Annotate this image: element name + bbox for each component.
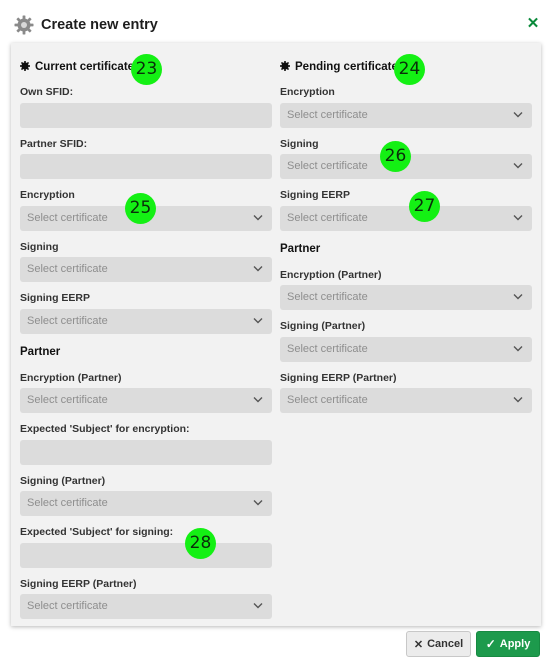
chevron-down-icon [253, 500, 263, 506]
subject-signing-input[interactable] [20, 543, 272, 568]
close-icon: ✕ [413, 638, 424, 651]
encryption-partner-label: Encryption (Partner) [20, 372, 122, 384]
gear-small-icon [20, 61, 30, 71]
pending-signing-eerp-partner-label: Signing EERP (Partner) [280, 372, 397, 384]
annotation-badge-27: 27 [409, 191, 440, 222]
cancel-label: Cancel [427, 638, 464, 650]
current-certificate-title: Current certificate [20, 61, 134, 73]
pending-certificate-label: Pending certificate [295, 61, 398, 73]
chevron-down-icon [513, 215, 523, 221]
dialog-title: Create new entry [41, 17, 158, 33]
chevron-down-icon [513, 346, 523, 352]
signing-eerp-select[interactable]: Select certificate [20, 309, 272, 334]
partner-sfid-label: Partner SFID: [20, 138, 88, 150]
pending-partner-heading: Partner [280, 243, 321, 255]
signing-label: Signing [20, 241, 59, 253]
pending-signing-eerp-partner-select[interactable]: Select certificate [280, 388, 532, 413]
own-sfid-input[interactable] [20, 103, 272, 128]
signing-partner-label: Signing (Partner) [20, 475, 106, 487]
check-icon: ✓ [485, 637, 496, 651]
dialog-header: Create new entry ✕ [0, 0, 552, 44]
entry-form-card: Current certificate Own SFID: Partner SF… [11, 43, 541, 626]
partner-sfid-input[interactable] [20, 154, 272, 179]
gear-icon [14, 15, 34, 35]
pending-signing-eerp-label: Signing EERP [280, 189, 351, 201]
select-placeholder: Select certificate [287, 291, 368, 303]
chevron-down-icon [513, 112, 523, 118]
chevron-down-icon [513, 163, 523, 169]
select-placeholder: Select certificate [27, 394, 108, 406]
select-placeholder: Select certificate [287, 160, 368, 172]
select-placeholder: Select certificate [287, 109, 368, 121]
signing-select[interactable]: Select certificate [20, 257, 272, 282]
current-certificate-label: Current certificate [35, 61, 135, 73]
close-icon[interactable]: ✕ [525, 16, 541, 32]
signing-eerp-partner-label: Signing EERP (Partner) [20, 578, 137, 590]
signing-eerp-label: Signing EERP [20, 292, 91, 304]
subject-encryption-input[interactable] [20, 440, 272, 465]
select-placeholder: Select certificate [287, 343, 368, 355]
subject-encryption-label: Expected 'Subject' for encryption: [20, 423, 190, 435]
chevron-down-icon [253, 215, 263, 221]
annotation-badge-24: 24 [394, 54, 425, 85]
chevron-down-icon [253, 266, 263, 272]
subject-signing-label: Expected 'Subject' for signing: [20, 526, 174, 538]
pending-signing-partner-select[interactable]: Select certificate [280, 337, 532, 362]
own-sfid-label: Own SFID: [20, 86, 74, 98]
gear-small-icon [280, 61, 290, 71]
annotation-badge-25: 25 [125, 193, 156, 224]
cancel-button[interactable]: ✕ Cancel [406, 631, 471, 657]
encryption-partner-select[interactable]: Select certificate [20, 388, 272, 413]
pending-signing-eerp-select[interactable]: Select certificate [280, 206, 532, 231]
select-placeholder: Select certificate [27, 263, 108, 275]
partner-heading: Partner [20, 346, 61, 358]
select-placeholder: Select certificate [27, 315, 108, 327]
apply-button[interactable]: ✓ Apply [476, 631, 540, 657]
select-placeholder: Select certificate [27, 600, 108, 612]
signing-eerp-partner-select[interactable]: Select certificate [20, 594, 272, 619]
pending-encryption-label: Encryption [280, 86, 335, 98]
select-placeholder: Select certificate [27, 212, 108, 224]
chevron-down-icon [253, 318, 263, 324]
annotation-badge-28: 28 [185, 528, 216, 559]
select-placeholder: Select certificate [287, 212, 368, 224]
pending-signing-label: Signing [280, 138, 319, 150]
chevron-down-icon [513, 397, 523, 403]
apply-label: Apply [499, 638, 531, 650]
select-placeholder: Select certificate [287, 394, 368, 406]
pending-certificate-title: Pending certificate [280, 61, 398, 73]
pending-encryption-partner-label: Encryption (Partner) [280, 269, 382, 281]
annotation-badge-23: 23 [131, 54, 162, 85]
pending-signing-partner-label: Signing (Partner) [280, 320, 366, 332]
chevron-down-icon [513, 294, 523, 300]
annotation-badge-26: 26 [380, 141, 411, 172]
chevron-down-icon [253, 603, 263, 609]
chevron-down-icon [253, 397, 263, 403]
signing-partner-select[interactable]: Select certificate [20, 491, 272, 516]
pending-encryption-select[interactable]: Select certificate [280, 103, 532, 128]
encryption-label: Encryption [20, 189, 75, 201]
pending-encryption-partner-select[interactable]: Select certificate [280, 285, 532, 310]
select-placeholder: Select certificate [27, 497, 108, 509]
